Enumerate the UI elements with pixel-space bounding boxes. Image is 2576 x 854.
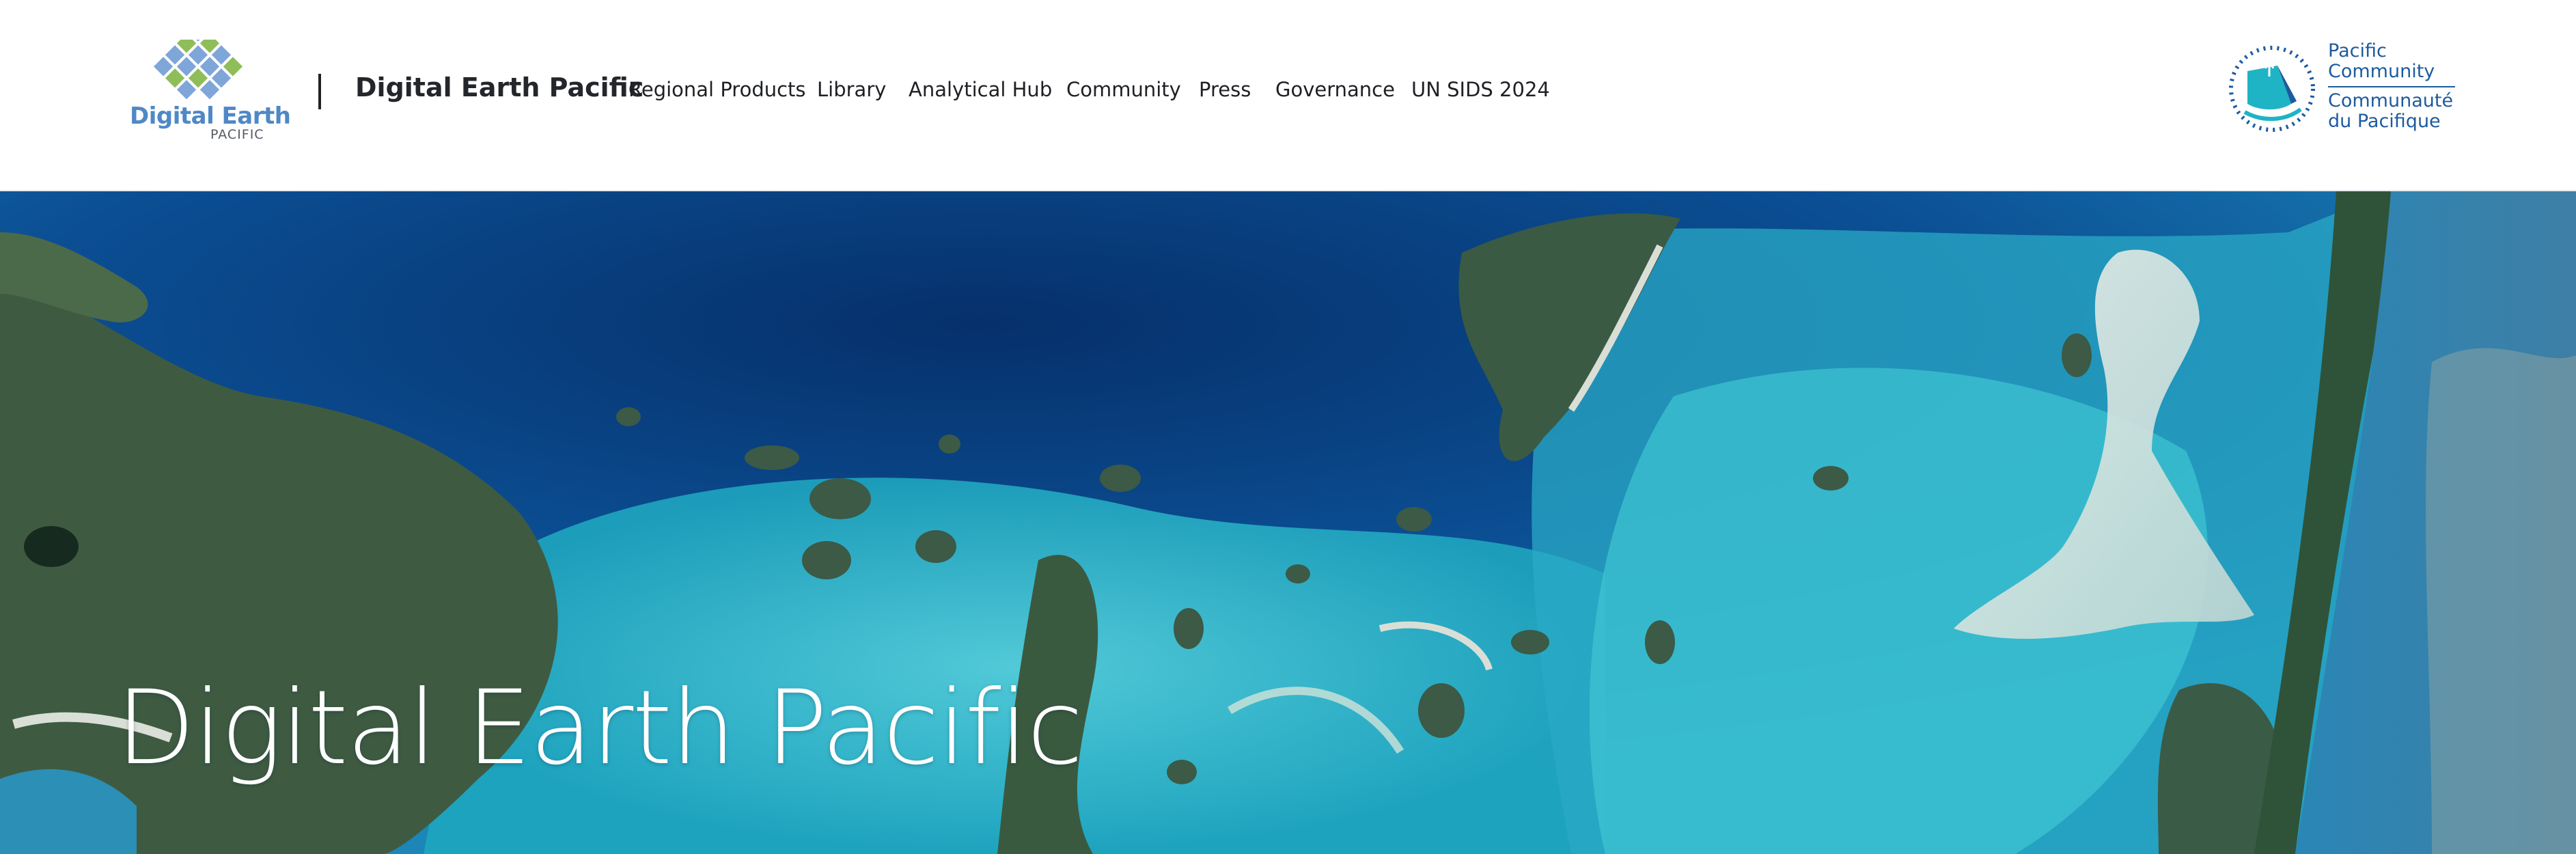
hero-banner: Digital Earth Pacific <box>0 191 2576 854</box>
nav-regional-products[interactable]: Regional Products <box>628 78 806 101</box>
hero-title: Digital Earth Pacific <box>116 668 1083 788</box>
site-title-link[interactable]: Digital Earth Pacific <box>355 72 643 102</box>
diamond-grid-icon <box>153 40 243 100</box>
digital-earth-pacific-logo[interactable]: Digital Earth PACIFIC <box>130 40 291 142</box>
nav-library[interactable]: Library <box>817 78 886 101</box>
pacific-community-emblem-icon <box>2229 46 2315 132</box>
nav-un-sids-2024[interactable]: UN SIDS 2024 <box>1411 78 1550 101</box>
partner-line-en-2: Community <box>2328 61 2435 82</box>
pacific-community-wordmark: Pacific Community Communauté du Pacifiqu… <box>2328 41 2465 132</box>
nav-analytical-hub[interactable]: Analytical Hub <box>909 78 1052 101</box>
site-header: Digital Earth PACIFIC Digital Earth Paci… <box>0 0 2576 191</box>
partner-line-fr-1: Communauté <box>2328 90 2454 111</box>
partner-divider <box>2328 86 2455 87</box>
partner-line-en-1: Pacific <box>2328 40 2387 61</box>
pacific-community-logo[interactable]: Pacific Community Communauté du Pacifiqu… <box>2224 41 2470 143</box>
nav-governance[interactable]: Governance <box>1275 78 1395 101</box>
nav-press[interactable]: Press <box>1199 78 1251 101</box>
logo-subtitle: PACIFIC <box>210 127 264 142</box>
logo-wordmark: Digital Earth <box>130 102 291 130</box>
nav-community[interactable]: Community <box>1066 78 1181 101</box>
partner-line-fr-2: du Pacifique <box>2328 111 2441 132</box>
header-divider <box>318 74 321 109</box>
